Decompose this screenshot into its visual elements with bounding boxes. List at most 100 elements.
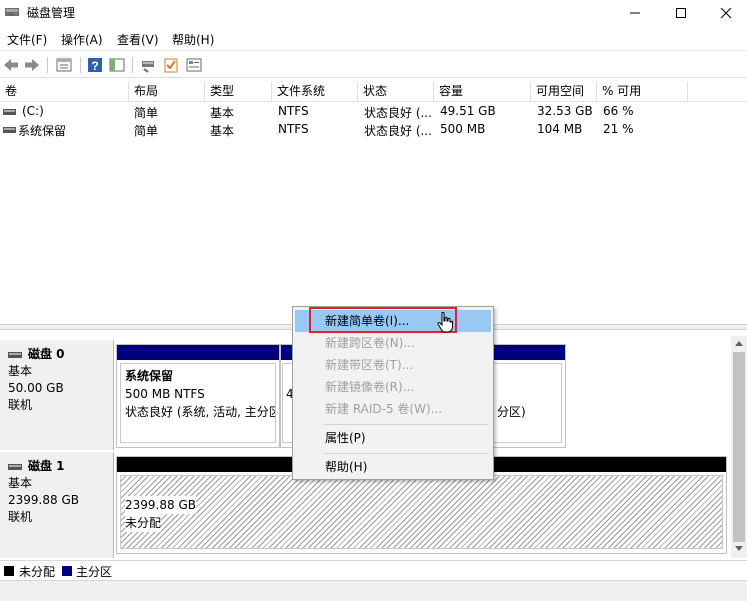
partition-details: 分区) (493, 363, 562, 443)
disk-type: 基本 (8, 476, 33, 490)
volume-free-space: 104 MB (537, 122, 583, 136)
volume-capacity: 49.51 GB (440, 104, 496, 118)
connect-icon[interactable] (139, 56, 157, 74)
disk-size: 2399.88 GB (8, 493, 79, 507)
menu-item-new-striped-volume[interactable]: 新建带区卷(T)... (295, 354, 491, 376)
menu-item-new-raid5-volume[interactable]: 新建 RAID-5 卷(W)... (295, 398, 491, 420)
legend: 未分配 主分区 (0, 560, 747, 580)
toolbar-separator (80, 57, 81, 73)
partition-title: 系统保留 (125, 369, 174, 383)
disk-0-label[interactable]: 磁盘 0 基本 50.00 GB 联机 (0, 340, 114, 450)
context-menu: 新建简单卷(I)... 新建跨区卷(N)... 新建带区卷(T)... 新建镜像… (292, 306, 494, 480)
properties-icon[interactable] (55, 56, 73, 74)
window-title: 磁盘管理 (27, 6, 76, 20)
partition-status: 状态良好 (系统, 活动, 主分区) (125, 405, 276, 419)
menu-view[interactable]: 查看(V) (117, 31, 159, 48)
maximize-icon (676, 8, 686, 18)
title-bar: 磁盘管理 (0, 0, 747, 26)
toolbar: ? (0, 50, 747, 78)
volume-list: 卷 布局 类型 文件系统 状态 容量 可用空间 % 可用 (C:) 简单 基本 … (0, 82, 747, 324)
menu-file[interactable]: 文件(F) (7, 31, 47, 48)
legend-label-primary: 主分区 (76, 565, 113, 579)
column-header-status[interactable]: 状态 (358, 82, 434, 102)
scroll-up-arrow-icon[interactable] (735, 340, 743, 346)
volume-status: 状态良好 (... (364, 106, 432, 120)
disk-icon (8, 463, 22, 470)
toolbar-separator (132, 57, 133, 73)
legend-swatch-unallocated (4, 566, 14, 576)
volume-type: 基本 (210, 106, 235, 120)
status-bar (0, 580, 747, 601)
partition-status: 未分配 (125, 514, 162, 532)
partition-size: 2399.88 GB (125, 496, 196, 514)
disk-state: 联机 (8, 510, 33, 524)
menu-item-new-mirrored-volume[interactable]: 新建镜像卷(R)... (295, 376, 491, 398)
partition-details: 系统保留 500 MB NTFS 状态良好 (系统, 活动, 主分区) (120, 363, 276, 443)
volume-free-space: 32.53 GB (537, 104, 593, 118)
menu-separator (323, 424, 489, 425)
legend-label-unallocated: 未分配 (19, 565, 56, 579)
column-header-volume[interactable]: 卷 (0, 82, 129, 102)
column-header-capacity[interactable]: 容量 (434, 82, 531, 102)
minimize-icon (630, 12, 640, 14)
scroll-down-arrow-icon[interactable] (735, 546, 743, 552)
partition-size: 500 MB NTFS (125, 387, 205, 401)
menu-bar: 文件(F) 操作(A) 查看(V) 帮助(H) (0, 27, 747, 49)
volume-name: 系统保留 (18, 124, 67, 138)
menu-item-properties[interactable]: 属性(P) (295, 427, 491, 449)
back-arrow-icon[interactable] (2, 56, 20, 74)
disk-management-icon (5, 8, 19, 16)
column-header-filesystem[interactable]: 文件系统 (272, 82, 358, 102)
disk-state: 联机 (8, 398, 33, 412)
disk-name: 磁盘 0 (28, 347, 65, 361)
volume-layout: 简单 (134, 124, 159, 138)
disk-1-label[interactable]: 磁盘 1 基本 2399.88 GB 联机 (0, 452, 114, 558)
column-header-filler (688, 82, 747, 102)
volume-name: (C:) (22, 104, 44, 118)
maximize-button[interactable] (658, 0, 704, 26)
column-header-layout[interactable]: 布局 (129, 82, 205, 102)
partition-status: 分区) (497, 405, 526, 419)
disk-name: 磁盘 1 (28, 459, 65, 473)
volume-filesystem: NTFS (278, 122, 309, 136)
volume-drive-icon (3, 109, 16, 115)
menu-item-help[interactable]: 帮助(H) (295, 456, 491, 478)
disk-icon (8, 351, 22, 358)
console-tree-icon[interactable] (108, 56, 126, 74)
legend-swatch-primary (62, 566, 72, 576)
volume-status: 状态良好 (... (364, 124, 432, 138)
minimize-button[interactable] (612, 0, 658, 26)
partition-details: 2399.88 GB 未分配 (120, 475, 723, 549)
partition-c-drive-right[interactable]: 分区) (492, 344, 566, 448)
menu-action[interactable]: 操作(A) (61, 31, 103, 48)
partition-system-reserved[interactable]: 系统保留 500 MB NTFS 状态良好 (系统, 活动, 主分区) (116, 344, 280, 448)
partition-color-bar (117, 345, 279, 360)
svg-text:?: ? (91, 59, 98, 73)
forward-arrow-icon[interactable] (23, 56, 41, 74)
close-button[interactable] (703, 0, 747, 26)
scrollbar-thumb[interactable] (733, 352, 745, 542)
toolbar-separator (47, 57, 48, 73)
properties-sheet-icon[interactable] (185, 56, 203, 74)
vertical-scrollbar[interactable] (731, 336, 747, 558)
volume-filesystem: NTFS (278, 104, 309, 118)
menu-separator (323, 453, 489, 454)
volume-type: 基本 (210, 124, 235, 138)
volume-capacity: 500 MB (440, 122, 486, 136)
partition-color-bar (493, 345, 565, 360)
column-header-percent-free[interactable]: % 可用 (597, 82, 688, 102)
volume-percent-free: 66 % (603, 104, 634, 118)
help-icon[interactable]: ? (86, 56, 104, 74)
column-header-free-space[interactable]: 可用空间 (531, 82, 597, 102)
volume-percent-free: 21 % (603, 122, 634, 136)
close-icon (720, 7, 732, 19)
menu-item-new-simple-volume[interactable]: 新建简单卷(I)... (295, 310, 491, 332)
column-header-type[interactable]: 类型 (205, 82, 272, 102)
menu-item-new-spanned-volume[interactable]: 新建跨区卷(N)... (295, 332, 491, 354)
check-icon[interactable] (162, 56, 180, 74)
volume-drive-icon (3, 127, 16, 133)
menu-help[interactable]: 帮助(H) (172, 31, 214, 48)
mouse-cursor-icon (437, 312, 453, 333)
disk-size: 50.00 GB (8, 381, 64, 395)
disk-type: 基本 (8, 364, 33, 378)
